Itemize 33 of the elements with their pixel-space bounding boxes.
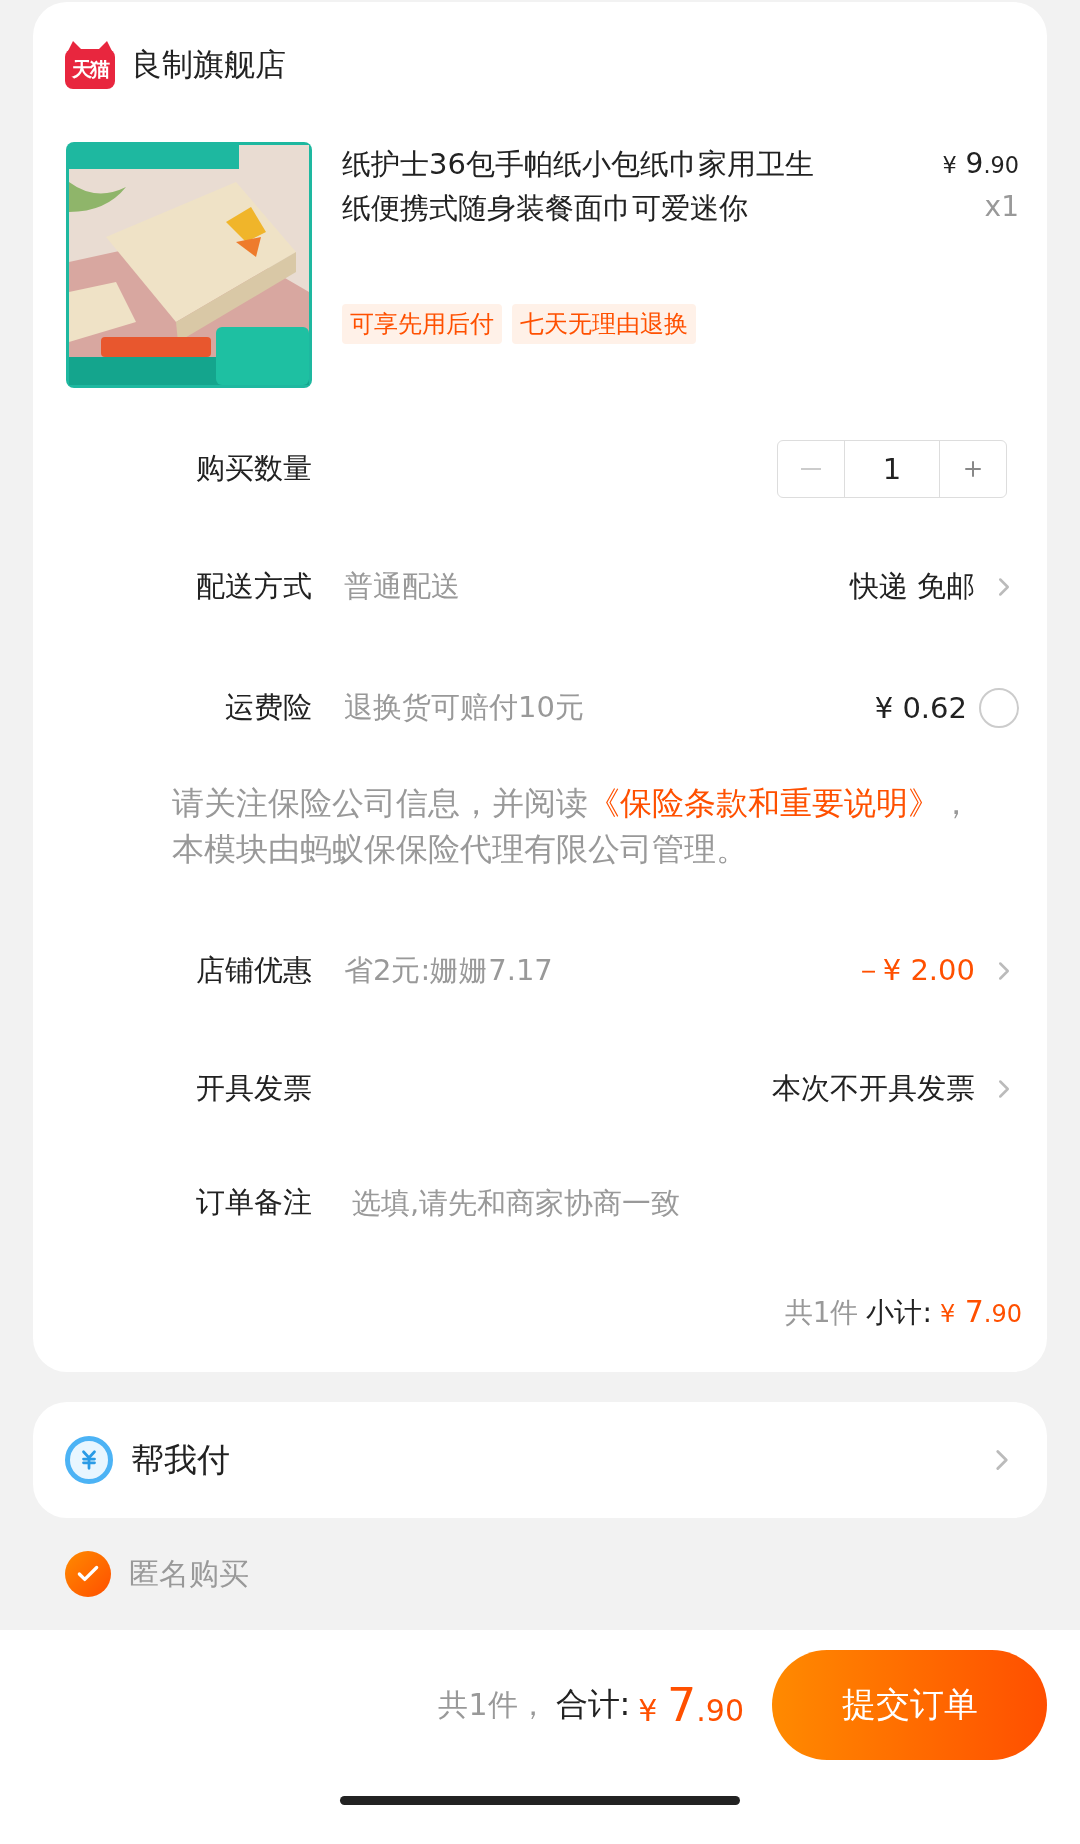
row-label: 配送方式 xyxy=(195,568,312,605)
row-detail: 退换货可赔付10元 xyxy=(344,689,585,726)
row-label: 购买数量 xyxy=(195,450,312,487)
row-value: 本次不开具发票 xyxy=(772,1070,975,1107)
row-label: 订单备注 xyxy=(195,1184,312,1221)
anonymous-label: 匿名购买 xyxy=(129,1554,249,1593)
product-quantity: x1 xyxy=(984,189,1019,225)
total-price: ¥ 7.90 xyxy=(638,1678,744,1732)
option-row[interactable]: 开具发票 本次不开具发票 xyxy=(33,1030,1047,1148)
total-label: 合计: xyxy=(555,1684,631,1725)
subtotal-price: ¥ 7.90 xyxy=(939,1294,1022,1329)
total-count: 共1件， xyxy=(438,1685,548,1724)
row-value: 快递 免邮 xyxy=(849,568,975,605)
product-price: ¥ 9.90 xyxy=(942,146,1019,182)
row-detail: 普通配送 xyxy=(344,568,461,605)
subtotal-label: 小计: xyxy=(866,1295,932,1331)
quantity-value: 1 xyxy=(844,441,940,497)
row-detail: 省2元:姗姗7.17 xyxy=(344,952,554,989)
row-value: －¥ 2.00 xyxy=(853,952,975,989)
row-label: 开具发票 xyxy=(195,1070,312,1107)
option-row[interactable]: 店铺优惠 省2元:姗姗7.17 －¥ 2.00 xyxy=(33,912,1047,1030)
insurance-notice: 请关注保险公司信息，并阅读《保险条款和重要说明》，本模块由蚂蚁保保险代理有限公司管理。 xyxy=(171,783,973,870)
service-tag: 可享先用后付 xyxy=(342,304,502,344)
help-pay-label: 帮我付 xyxy=(131,1438,231,1481)
row-label: 运费险 xyxy=(224,689,312,726)
product-title: 纸护士36包手帕纸小包纸巾家用卫生纸便携式随身装餐面巾可爱迷你 xyxy=(342,146,814,227)
help-pay-row[interactable]: 帮我付 xyxy=(33,1402,1047,1518)
store-name[interactable]: 良制旗舰店 xyxy=(131,44,286,86)
item-count: 共1件 xyxy=(784,1295,859,1331)
service-tag: 七天无理由退换 xyxy=(512,304,696,344)
option-row[interactable]: 配送方式 普通配送 快递 免邮 xyxy=(33,528,1047,646)
row-label: 店铺优惠 xyxy=(195,952,312,989)
row-value: ¥ 0.62 xyxy=(874,691,967,725)
